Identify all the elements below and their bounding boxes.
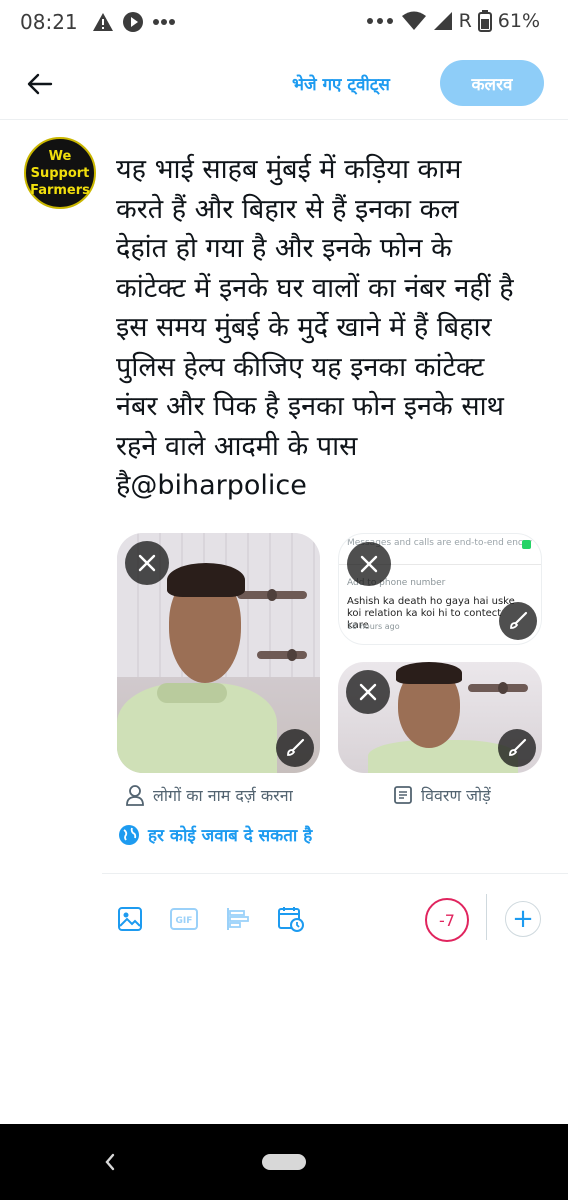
remove-media-button[interactable] bbox=[347, 542, 391, 586]
close-icon bbox=[359, 683, 377, 701]
avatar-text-line1: We bbox=[48, 148, 72, 164]
status-time: 08:21 bbox=[20, 10, 78, 34]
warning-icon bbox=[93, 13, 113, 31]
signal-icon bbox=[433, 12, 452, 30]
remove-media-button[interactable] bbox=[125, 541, 169, 585]
svg-text:GIF: GIF bbox=[176, 916, 193, 926]
document-icon bbox=[394, 786, 412, 804]
reply-setting-button[interactable]: हर कोई जवाब दे सकता है bbox=[118, 823, 312, 846]
image-icon bbox=[118, 907, 142, 931]
gif-icon: GIF bbox=[170, 908, 198, 930]
back-button[interactable] bbox=[22, 66, 58, 102]
poll-icon bbox=[227, 908, 249, 930]
avatar-text-line3: Farmers bbox=[30, 182, 90, 198]
avatar[interactable]: We Support Farmers bbox=[24, 137, 96, 209]
status-notification-icons bbox=[92, 11, 176, 33]
avatar-text-line2: Support bbox=[30, 165, 90, 181]
compose-header: भेजे गए ट्वीट्स कलरव bbox=[0, 56, 568, 112]
add-gif-button[interactable]: GIF bbox=[167, 902, 201, 936]
add-poll-button[interactable] bbox=[221, 902, 255, 936]
toolbar-separator bbox=[486, 894, 487, 940]
nav-home-pill[interactable] bbox=[262, 1154, 306, 1170]
compose-toolbar: GIF -7 + bbox=[0, 892, 568, 948]
back-arrow-icon bbox=[27, 73, 53, 95]
add-thread-button[interactable]: + bbox=[505, 901, 541, 937]
photo-person-hair bbox=[396, 662, 462, 684]
schedule-button[interactable] bbox=[274, 902, 308, 936]
brush-icon bbox=[509, 738, 527, 756]
carrier-indicator: R bbox=[458, 10, 472, 32]
tweet-text-input[interactable]: यह भाई साहब मुंबई में कड़िया काम करते है… bbox=[116, 150, 548, 506]
tag-people-label: लोगों का नाम दर्ज़ करना bbox=[153, 786, 293, 805]
status-system-icons: R 61% bbox=[365, 10, 540, 32]
battery-level: 61% bbox=[497, 10, 540, 32]
brush-icon bbox=[510, 611, 528, 629]
character-counter: -7 bbox=[425, 898, 469, 942]
photo-person-hair bbox=[167, 563, 245, 597]
media-photo-3[interactable] bbox=[338, 662, 542, 773]
edit-media-button[interactable] bbox=[499, 602, 537, 640]
person-icon bbox=[126, 785, 144, 806]
header-divider bbox=[0, 119, 568, 120]
add-description-label: विवरण जोड़ें bbox=[421, 786, 491, 805]
tag-people-button[interactable]: लोगों का नाम दर्ज़ करना bbox=[125, 784, 293, 806]
reply-setting-label: हर कोई जवाब दे सकता है bbox=[148, 826, 313, 846]
status-bar: 08:21 R 61% bbox=[0, 0, 568, 46]
photo-ceiling-fan bbox=[468, 682, 528, 694]
more-dots-icon bbox=[366, 18, 393, 24]
calendar-clock-icon bbox=[278, 907, 304, 932]
media-photo-2[interactable]: Messages and calls are end-to-end encryp… bbox=[338, 533, 542, 645]
nav-back-button[interactable] bbox=[100, 1150, 120, 1174]
more-dots-icon bbox=[153, 19, 175, 25]
battery-icon bbox=[477, 10, 492, 32]
add-description-button[interactable]: विवरण जोड़ें bbox=[393, 784, 491, 806]
close-icon bbox=[360, 555, 378, 573]
add-image-button[interactable] bbox=[113, 902, 147, 936]
wifi-icon bbox=[401, 11, 426, 30]
globe-icon bbox=[119, 824, 139, 845]
system-navigation-bar bbox=[0, 1124, 568, 1200]
drafts-link[interactable]: भेजे गए ट्वीट्स bbox=[292, 72, 390, 95]
photo-ceiling-fan bbox=[257, 649, 307, 661]
tweet-button[interactable]: कलरव bbox=[440, 60, 544, 106]
brush-icon bbox=[287, 738, 305, 756]
play-icon bbox=[123, 12, 143, 32]
photo-person-shirt bbox=[368, 740, 518, 773]
whatsapp-icon bbox=[522, 540, 531, 549]
remove-media-button[interactable] bbox=[346, 670, 390, 714]
media-photo-1[interactable] bbox=[117, 533, 320, 773]
edit-media-button[interactable] bbox=[498, 729, 536, 767]
photo-person-collar bbox=[157, 683, 227, 703]
photo-ceiling-fan bbox=[237, 589, 307, 601]
edit-media-button[interactable] bbox=[276, 729, 314, 767]
close-icon bbox=[138, 554, 156, 572]
chevron-left-icon bbox=[105, 1153, 115, 1171]
compose-divider bbox=[102, 873, 568, 874]
chat-time: 10 hours ago bbox=[347, 622, 400, 631]
